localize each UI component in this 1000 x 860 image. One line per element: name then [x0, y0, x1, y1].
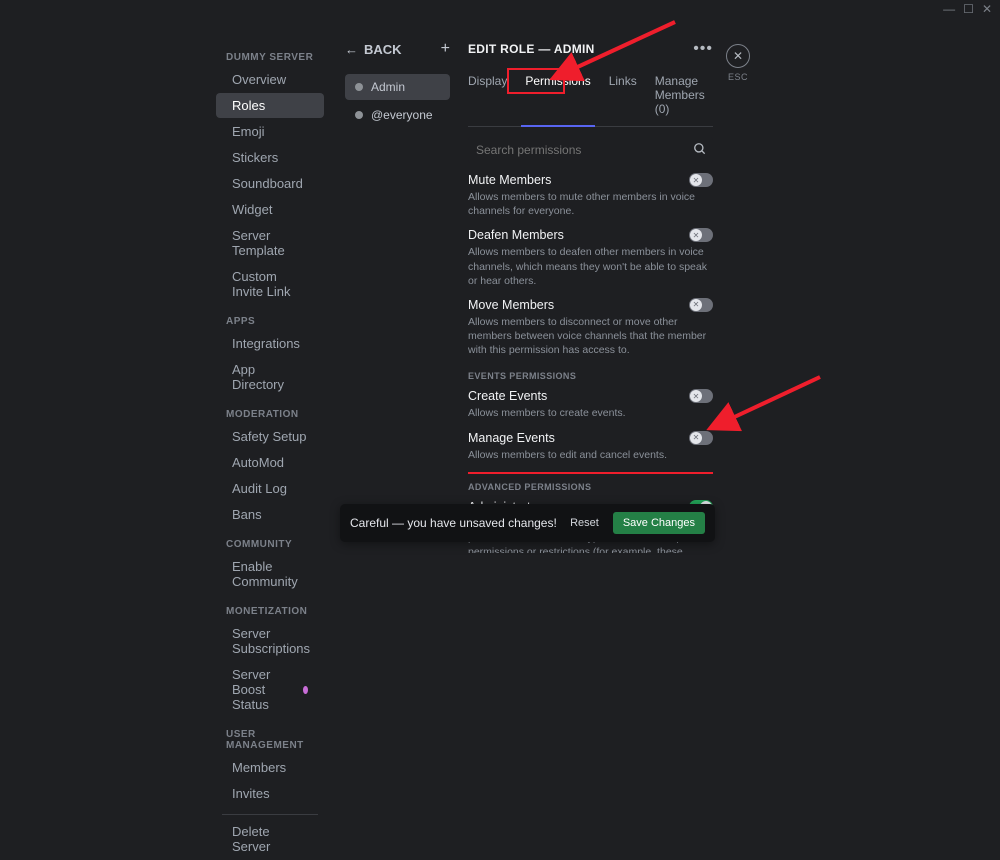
sidebar-item-members[interactable]: Members — [216, 755, 324, 780]
permissions-list[interactable]: Mute Members ✕ Allows members to mute ot… — [468, 173, 713, 553]
add-role-button[interactable]: + — [441, 40, 450, 58]
sidebar-item-automod[interactable]: AutoMod — [216, 450, 324, 475]
arrow-left-icon: ← — [345, 42, 358, 57]
perm-desc: Allows members to edit and cancel events… — [468, 448, 713, 462]
perm-name-manage-events: Manage Events — [468, 431, 555, 445]
boost-label: Server Boost Status — [232, 667, 303, 712]
role-color-dot-icon — [355, 111, 363, 119]
tab-display[interactable]: Display — [468, 74, 507, 126]
toggle-deafen-members[interactable]: ✕ — [689, 228, 713, 242]
role-item-everyone[interactable]: @everyone — [345, 102, 450, 128]
perm-group-events: EVENTS PERMISSIONS — [468, 371, 713, 381]
role-label: @everyone — [371, 108, 433, 122]
perm-desc: Allows members to disconnect or move oth… — [468, 315, 713, 358]
sidebar-item-stickers[interactable]: Stickers — [216, 145, 324, 170]
sidebar-item-delete-server[interactable]: Delete Server — [216, 819, 324, 859]
toggle-create-events[interactable]: ✕ — [689, 389, 713, 403]
sidebar-item-safety[interactable]: Safety Setup — [216, 424, 324, 449]
unsaved-changes-bar: Careful — you have unsaved changes! Rese… — [340, 504, 715, 542]
sidebar-item-soundboard[interactable]: Soundboard — [216, 171, 324, 196]
more-options-button[interactable]: ••• — [693, 40, 713, 58]
sidebar-item-bans[interactable]: Bans — [216, 502, 324, 527]
sidebar-item-emoji[interactable]: Emoji — [216, 119, 324, 144]
sidebar-item-overview[interactable]: Overview — [216, 67, 324, 92]
perm-name-deafen: Deafen Members — [468, 228, 564, 242]
toggle-manage-events[interactable]: ✕ — [689, 431, 713, 445]
toggle-knob-icon: ✕ — [690, 390, 702, 402]
perm-name-create-events: Create Events — [468, 389, 547, 403]
role-item-admin[interactable]: Admin — [345, 74, 450, 100]
page-title: EDIT ROLE — ADMIN — [468, 42, 595, 56]
sidebar-section-server: DUMMY SERVER — [226, 52, 330, 63]
save-changes-button[interactable]: Save Changes — [613, 512, 705, 534]
perm-desc: Allows members to mute other members in … — [468, 190, 713, 218]
perm-desc: Allows members to deafen other members i… — [468, 245, 713, 288]
tab-links[interactable]: Links — [609, 74, 637, 126]
boost-dot-icon — [303, 686, 308, 694]
sidebar-item-widget[interactable]: Widget — [216, 197, 324, 222]
sidebar-section-apps: APPS — [226, 316, 330, 327]
perm-name-mute: Mute Members — [468, 173, 551, 187]
perm-group-advanced: ADVANCED PERMISSIONS — [468, 482, 713, 492]
sidebar-item-custom-invite[interactable]: Custom Invite Link — [216, 264, 324, 304]
close-window-button[interactable]: ✕ — [982, 2, 992, 16]
sidebar-item-invites[interactable]: Invites — [216, 781, 324, 806]
roles-column: ← BACK + Admin @everyone — [345, 40, 450, 130]
sidebar-item-audit-log[interactable]: Audit Log — [216, 476, 324, 501]
toggle-mute-members[interactable]: ✕ — [689, 173, 713, 187]
tab-manage-members[interactable]: Manage Members (0) — [655, 74, 713, 126]
close-icon: ✕ — [733, 49, 743, 63]
unsaved-text: Careful — you have unsaved changes! — [350, 516, 557, 530]
tab-permissions[interactable]: Permissions — [525, 74, 590, 126]
close-button[interactable]: ✕ — [726, 44, 750, 68]
role-label: Admin — [371, 80, 405, 94]
perm-name-move: Move Members — [468, 298, 554, 312]
maximize-button[interactable]: ☐ — [963, 2, 974, 16]
close-panel: ✕ ESC — [726, 44, 750, 82]
back-button[interactable]: ← BACK — [345, 42, 402, 57]
sidebar-item-boost-status[interactable]: Server Boost Status — [216, 662, 324, 717]
role-tabs: Display Permissions Links Manage Members… — [468, 74, 713, 127]
sidebar-item-app-directory[interactable]: App Directory — [216, 357, 324, 397]
annotation-arrow-icon — [720, 375, 830, 438]
sidebar-item-server-template[interactable]: Server Template — [216, 223, 324, 263]
sidebar-section-user-mgmt: USER MANAGEMENT — [226, 729, 330, 751]
role-editor-panel: EDIT ROLE — ADMIN ••• Display Permission… — [468, 40, 713, 554]
search-icon — [693, 142, 707, 159]
toggle-move-members[interactable]: ✕ — [689, 298, 713, 312]
toggle-knob-icon: ✕ — [690, 229, 702, 241]
search-permissions-input[interactable] — [468, 137, 713, 163]
sidebar-item-enable-community[interactable]: Enable Community — [216, 554, 324, 594]
role-color-dot-icon — [355, 83, 363, 91]
toggle-knob-icon: ✕ — [690, 174, 702, 186]
sidebar-item-subscriptions[interactable]: Server Subscriptions — [216, 621, 324, 661]
settings-sidebar: DUMMY SERVER Overview Roles Emoji Sticke… — [210, 40, 330, 860]
reset-button[interactable]: Reset — [570, 517, 599, 529]
window-controls: — ☐ ✕ — [935, 0, 1000, 18]
toggle-knob-icon: ✕ — [690, 432, 702, 444]
sidebar-item-integrations[interactable]: Integrations — [216, 331, 324, 356]
back-label: BACK — [364, 42, 402, 57]
minimize-button[interactable]: — — [943, 2, 955, 16]
sidebar-item-roles[interactable]: Roles — [216, 93, 324, 118]
toggle-knob-icon: ✕ — [690, 299, 702, 311]
sidebar-section-moderation: MODERATION — [226, 409, 330, 420]
sidebar-section-monetization: MONETIZATION — [226, 606, 330, 617]
perm-desc: Allows members to create events. — [468, 406, 713, 420]
sidebar-section-community: COMMUNITY — [226, 539, 330, 550]
esc-label: ESC — [728, 72, 748, 82]
